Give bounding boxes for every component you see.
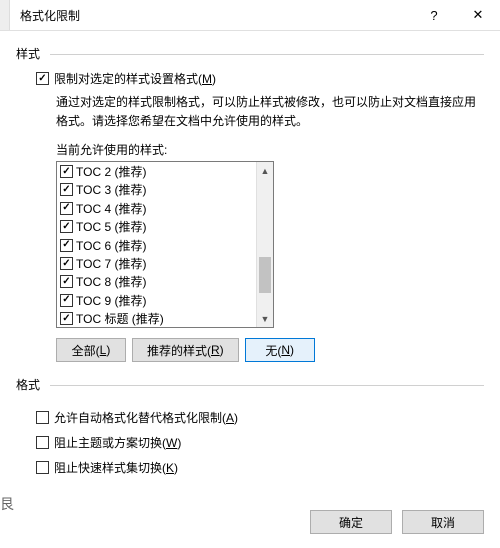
list-label: 当前允许使用的样式: — [56, 141, 484, 158]
window-edge — [0, 0, 10, 30]
listbox-inner: TOC 2 (推荐) TOC 3 (推荐) TOC 4 (推荐) TOC 5 (… — [57, 162, 256, 327]
list-item[interactable]: TOC 6 (推荐) — [57, 236, 256, 254]
opt-theme-label: 阻止主题或方案切换(W) — [54, 434, 181, 451]
scroll-up-icon[interactable]: ▲ — [257, 162, 273, 179]
opt-autoformat-checkbox[interactable] — [36, 411, 49, 424]
item-checkbox[interactable] — [60, 294, 73, 307]
window-title: 格式化限制 — [18, 7, 412, 24]
opt-theme-row[interactable]: 阻止主题或方案切换(W) — [36, 434, 484, 451]
listbox-scrollbar[interactable]: ▲ ▼ — [256, 162, 273, 327]
item-checkbox[interactable] — [60, 202, 73, 215]
restrict-label: 限制对选定的样式设置格式(M) — [54, 70, 216, 87]
scroll-down-icon[interactable]: ▼ — [257, 310, 273, 327]
list-item[interactable]: TOC 5 (推荐) — [57, 218, 256, 236]
list-item[interactable]: TOC 9 (推荐) — [57, 291, 256, 309]
select-buttons-row: 全部(L) 推荐的样式(R) 无(N) — [56, 338, 484, 362]
item-checkbox[interactable] — [60, 275, 73, 288]
restrict-checkbox[interactable] — [36, 72, 49, 85]
none-button[interactable]: 无(N) — [245, 338, 315, 362]
item-checkbox[interactable] — [60, 239, 73, 252]
item-checkbox[interactable] — [60, 183, 73, 196]
scroll-thumb[interactable] — [259, 257, 271, 293]
help-button[interactable]: ? — [412, 0, 456, 30]
styles-listbox[interactable]: TOC 2 (推荐) TOC 3 (推荐) TOC 4 (推荐) TOC 5 (… — [56, 161, 274, 328]
list-item[interactable]: TOC 8 (推荐) — [57, 273, 256, 291]
list-item[interactable]: TOC 2 (推荐) — [57, 162, 256, 180]
restrict-description: 通过对选定的样式限制格式，可以防止样式被修改，也可以防止对文档直接应用格式。请选… — [56, 93, 484, 131]
cancel-button[interactable]: 取消 — [402, 510, 484, 534]
opt-quick-checkbox[interactable] — [36, 461, 49, 474]
restrict-checkbox-row[interactable]: 限制对选定的样式设置格式(M) — [36, 70, 484, 87]
item-checkbox[interactable] — [60, 312, 73, 325]
background-text: 艮 — [0, 494, 14, 514]
opt-autoformat-row[interactable]: 允许自动格式化替代格式化限制(A) — [36, 409, 484, 426]
list-item[interactable]: TOC 标题 (推荐) — [57, 310, 256, 328]
item-checkbox[interactable] — [60, 257, 73, 270]
titlebar: 格式化限制 ? ✕ — [0, 0, 500, 31]
all-button[interactable]: 全部(L) — [56, 338, 126, 362]
opt-quick-label: 阻止快速样式集切换(K) — [54, 459, 178, 476]
opt-theme-checkbox[interactable] — [36, 436, 49, 449]
group-style-label: 样式 — [16, 45, 484, 62]
list-item[interactable]: TOC 4 (推荐) — [57, 199, 256, 217]
dialog-content: 样式 限制对选定的样式设置格式(M) 通过对选定的样式限制格式，可以防止样式被修… — [0, 31, 500, 476]
opt-autoformat-label: 允许自动格式化替代格式化限制(A) — [54, 409, 238, 426]
item-checkbox[interactable] — [60, 165, 73, 178]
ok-button[interactable]: 确定 — [310, 510, 392, 534]
recommended-button[interactable]: 推荐的样式(R) — [132, 338, 239, 362]
close-button[interactable]: ✕ — [456, 0, 500, 30]
list-item[interactable]: TOC 7 (推荐) — [57, 254, 256, 272]
group-format-label: 格式 — [16, 376, 484, 393]
opt-quick-row[interactable]: 阻止快速样式集切换(K) — [36, 459, 484, 476]
dialog-footer: 确定 取消 — [310, 510, 484, 534]
list-item[interactable]: TOC 3 (推荐) — [57, 181, 256, 199]
item-checkbox[interactable] — [60, 220, 73, 233]
